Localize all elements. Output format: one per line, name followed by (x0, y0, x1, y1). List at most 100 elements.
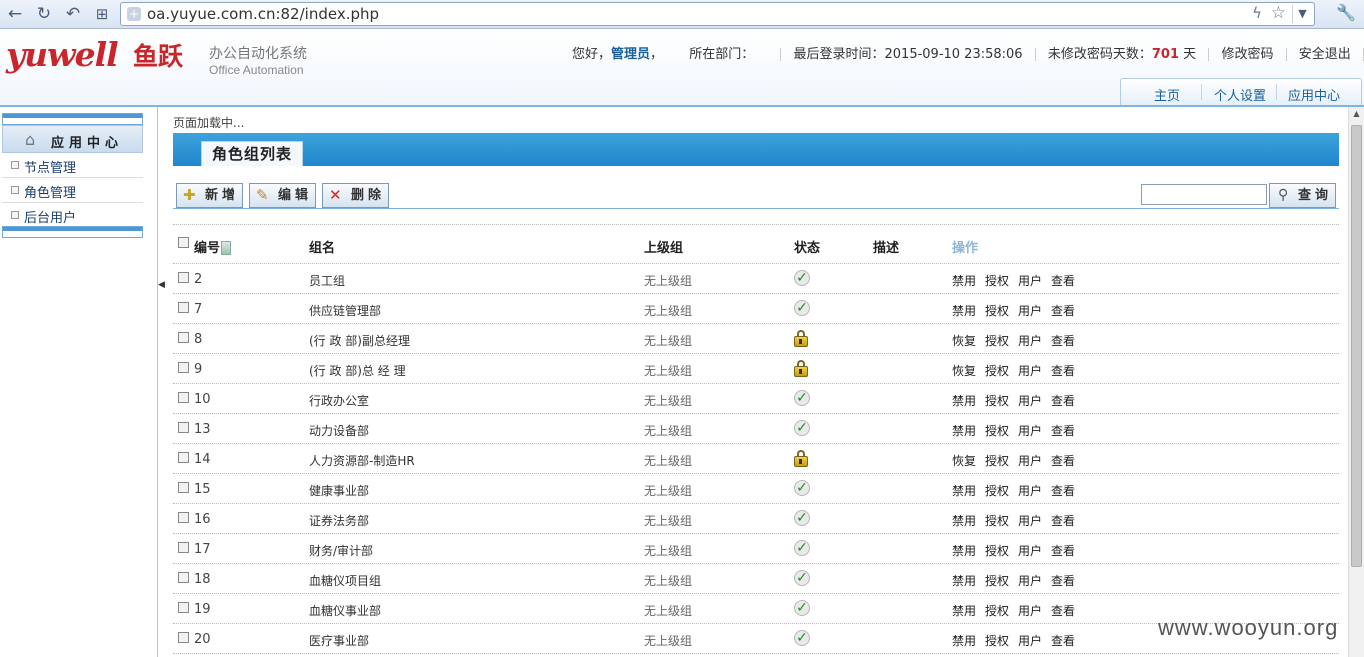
authorize-link[interactable]: 授权 (985, 574, 1009, 588)
row-checkbox[interactable] (178, 362, 189, 373)
add-button[interactable]: ✚ 新增 (176, 183, 243, 208)
view-link[interactable]: 查看 (1051, 484, 1075, 498)
url-text[interactable]: oa.yuyue.com.cn:82/index.php (147, 5, 379, 23)
view-link[interactable]: 查看 (1051, 574, 1075, 588)
view-link[interactable]: 查看 (1051, 364, 1075, 378)
row-checkbox[interactable] (178, 512, 189, 523)
users-link[interactable]: 用户 (1018, 364, 1042, 378)
delete-button[interactable]: ✕ 删除 (322, 183, 389, 208)
row-checkbox[interactable] (178, 272, 189, 283)
disable-link[interactable]: 禁用 (952, 604, 976, 618)
users-link[interactable]: 用户 (1018, 544, 1042, 558)
disable-link[interactable]: 禁用 (952, 394, 976, 408)
authorize-link[interactable]: 授权 (985, 424, 1009, 438)
view-link[interactable]: 查看 (1051, 304, 1075, 318)
users-link[interactable]: 用户 (1018, 454, 1042, 468)
authorize-link[interactable]: 授权 (985, 334, 1009, 348)
reload-icon[interactable]: ↻ (33, 4, 55, 24)
row-checkbox[interactable] (178, 332, 189, 343)
users-link[interactable]: 用户 (1018, 484, 1042, 498)
authorize-link[interactable]: 授权 (985, 484, 1009, 498)
restore-link[interactable]: 恢复 (952, 364, 976, 378)
sort-icon[interactable] (221, 241, 232, 255)
tab-app-center[interactable]: 应用中心 (1288, 85, 1340, 104)
view-link[interactable]: 查看 (1051, 544, 1075, 558)
disable-link[interactable]: 禁用 (952, 544, 976, 558)
view-link[interactable]: 查看 (1051, 334, 1075, 348)
row-checkbox[interactable] (178, 392, 189, 403)
grid-icon[interactable]: ⊞ (91, 4, 113, 24)
view-link[interactable]: 查看 (1051, 604, 1075, 618)
sidebar-collapse-handle[interactable]: ◀ (154, 268, 165, 308)
sidebar-item-role-management[interactable]: 角色管理 (2, 178, 143, 203)
disable-link[interactable]: 禁用 (952, 424, 976, 438)
row-checkbox[interactable] (178, 602, 189, 613)
wrench-icon[interactable]: 🔧 (1336, 3, 1356, 22)
authorize-link[interactable]: 授权 (985, 274, 1009, 288)
scroll-thumb[interactable] (1351, 125, 1362, 567)
table-row: 8 (行 政 部)副总经理 无上级组 恢复 授权 用户 查看 (173, 324, 1339, 354)
disable-link[interactable]: 禁用 (952, 274, 976, 288)
scrollbar[interactable]: ▲ (1348, 107, 1364, 657)
view-link[interactable]: 查看 (1051, 514, 1075, 528)
undo-icon[interactable]: ↶ (62, 4, 84, 24)
view-link[interactable]: 查看 (1051, 424, 1075, 438)
users-link[interactable]: 用户 (1018, 424, 1042, 438)
scroll-up-icon[interactable]: ▲ (1349, 109, 1364, 123)
sidebar-item-label[interactable]: 后台用户 (24, 207, 76, 226)
disable-link[interactable]: 禁用 (952, 514, 976, 528)
column-id[interactable]: 编号 (194, 237, 232, 256)
sidebar-item-label[interactable]: 节点管理 (24, 157, 76, 176)
tab-personal-settings[interactable]: 个人设置 (1214, 85, 1266, 104)
logout-link[interactable]: 安全退出 (1299, 47, 1351, 62)
disable-link[interactable]: 禁用 (952, 634, 976, 648)
chevron-down-icon[interactable]: ▼ (1292, 5, 1312, 23)
back-icon[interactable]: ← (4, 4, 26, 24)
users-link[interactable]: 用户 (1018, 334, 1042, 348)
authorize-link[interactable]: 授权 (985, 604, 1009, 618)
row-checkbox[interactable] (178, 572, 189, 583)
disable-link[interactable]: 禁用 (952, 484, 976, 498)
row-checkbox[interactable] (178, 542, 189, 553)
authorize-link[interactable]: 授权 (985, 394, 1009, 408)
change-password-link[interactable]: 修改密码 (1221, 47, 1273, 62)
sidebar-item-node-management[interactable]: 节点管理 (2, 153, 143, 178)
view-link[interactable]: 查看 (1051, 394, 1075, 408)
row-checkbox[interactable] (178, 632, 189, 643)
search-input[interactable] (1141, 184, 1267, 205)
sidebar-item-admin-users[interactable]: 后台用户 (2, 203, 143, 228)
view-link[interactable]: 查看 (1051, 634, 1075, 648)
address-bar[interactable]: + oa.yuyue.com.cn:82/index.php ϟ ☆ ▼ (120, 2, 1315, 26)
users-link[interactable]: 用户 (1018, 604, 1042, 618)
authorize-link[interactable]: 授权 (985, 364, 1009, 378)
tab-home[interactable]: 主页 (1154, 85, 1180, 104)
row-checkbox[interactable] (178, 482, 189, 493)
authorize-link[interactable]: 授权 (985, 544, 1009, 558)
users-link[interactable]: 用户 (1018, 514, 1042, 528)
row-parent: 无上级组 (644, 304, 693, 318)
star-icon[interactable]: ☆ (1271, 3, 1286, 23)
edit-button[interactable]: ✎ 编辑 (249, 183, 316, 208)
users-link[interactable]: 用户 (1018, 274, 1042, 288)
select-all-checkbox[interactable] (178, 237, 189, 248)
view-link[interactable]: 查看 (1051, 454, 1075, 468)
authorize-link[interactable]: 授权 (985, 514, 1009, 528)
users-link[interactable]: 用户 (1018, 634, 1042, 648)
disable-link[interactable]: 禁用 (952, 304, 976, 318)
view-link[interactable]: 查看 (1051, 274, 1075, 288)
bolt-icon[interactable]: ϟ (1252, 4, 1262, 22)
users-link[interactable]: 用户 (1018, 394, 1042, 408)
authorize-link[interactable]: 授权 (985, 304, 1009, 318)
authorize-link[interactable]: 授权 (985, 634, 1009, 648)
search-button[interactable]: ⚲ 查询 (1269, 183, 1336, 208)
row-checkbox[interactable] (178, 452, 189, 463)
authorize-link[interactable]: 授权 (985, 454, 1009, 468)
row-checkbox[interactable] (178, 302, 189, 313)
users-link[interactable]: 用户 (1018, 574, 1042, 588)
restore-link[interactable]: 恢复 (952, 454, 976, 468)
row-checkbox[interactable] (178, 422, 189, 433)
users-link[interactable]: 用户 (1018, 304, 1042, 318)
restore-link[interactable]: 恢复 (952, 334, 976, 348)
sidebar-item-label[interactable]: 角色管理 (24, 182, 76, 201)
disable-link[interactable]: 禁用 (952, 574, 976, 588)
